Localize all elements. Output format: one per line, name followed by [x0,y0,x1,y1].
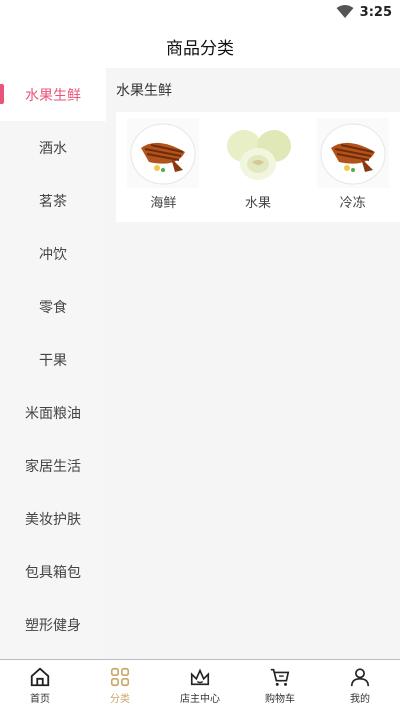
person-icon [350,667,370,686]
sidebar-item-label: 水果生鲜 [25,87,81,104]
sidebar-item-snacks[interactable]: 零食 [0,280,106,333]
sidebar-item-nuts[interactable]: 干果 [0,333,106,386]
sidebar-item-tea[interactable]: 茗茶 [0,174,106,227]
sidebar-item-beauty[interactable]: 美妆护肤 [0,492,106,545]
sidebar-item-fresh[interactable]: 水果生鲜 [0,68,106,121]
subcategory-fruit[interactable]: 水果 [218,118,298,211]
wifi-icon [336,5,354,18]
tab-category[interactable]: 分类 [80,660,160,710]
category-panel: 水果生鲜 海鲜 水果 冷冻 [106,68,400,660]
sidebar-item-label: 酒水 [39,140,67,157]
melon-image [221,118,295,188]
page-title: 商品分类 [166,38,234,59]
subcategory-grid: 海鲜 水果 冷冻 [116,112,400,222]
section-title: 水果生鲜 [116,83,172,99]
sidebar-item-grain-oil[interactable]: 米面粮油 [0,386,106,439]
tab-mine[interactable]: 我的 [320,660,400,710]
subcategory-label: 冷冻 [339,196,366,211]
tab-label: 我的 [350,693,370,705]
subcategory-label: 水果 [244,196,271,211]
sidebar-item-label: 家居生活 [25,458,81,475]
tab-label: 首页 [30,693,50,705]
home-icon [30,667,50,686]
sidebar-item-fitness[interactable]: 塑形健身 [0,598,106,651]
content-area: 水果生鲜 酒水 茗茶 冲饮 零食 干果 米面粮油 家居生活 美妆护肤 包具箱包 … [0,68,400,660]
category-sidebar: 水果生鲜 酒水 茗茶 冲饮 零食 干果 米面粮油 家居生活 美妆护肤 包具箱包 … [0,68,106,660]
sidebar-item-label: 茗茶 [39,193,67,210]
cart-icon [270,668,290,686]
sidebar-item-label: 包具箱包 [25,564,81,581]
grilled-fish-image [126,118,200,188]
bottom-tab-bar: 首页 分类 店主中心 购物车 我的 [0,659,400,710]
sidebar-item-label: 零食 [39,299,67,316]
sidebar-item-liquor[interactable]: 酒水 [0,121,106,174]
sidebar-item-drinks[interactable]: 冲饮 [0,227,106,280]
status-bar: 3:25 [0,0,400,24]
sidebar-item-home[interactable]: 家居生活 [0,439,106,492]
tab-label: 分类 [110,693,130,705]
subcategory-seafood[interactable]: 海鲜 [123,118,203,211]
tab-home[interactable]: 首页 [0,660,80,710]
sidebar-item-label: 美妆护肤 [25,511,81,528]
sidebar-item-label: 塑形健身 [25,617,81,634]
sidebar-item-label: 米面粮油 [25,405,81,422]
sidebar-item-label: 干果 [39,352,67,369]
sidebar-item-label: 冲饮 [39,246,67,263]
crown-icon [190,668,210,685]
grilled-fish-image [316,118,390,188]
status-time: 3:25 [359,4,392,20]
subcategory-frozen[interactable]: 冷冻 [313,118,393,211]
tab-label: 购物车 [265,693,295,705]
tab-cart[interactable]: 购物车 [240,660,320,710]
grid-icon [110,667,130,686]
subcategory-label: 海鲜 [150,196,177,211]
tab-label: 店主中心 [180,693,220,705]
sidebar-item-bags[interactable]: 包具箱包 [0,545,106,598]
tab-shop-owner[interactable]: 店主中心 [160,660,240,710]
page-title-bar: 商品分类 [0,24,400,68]
